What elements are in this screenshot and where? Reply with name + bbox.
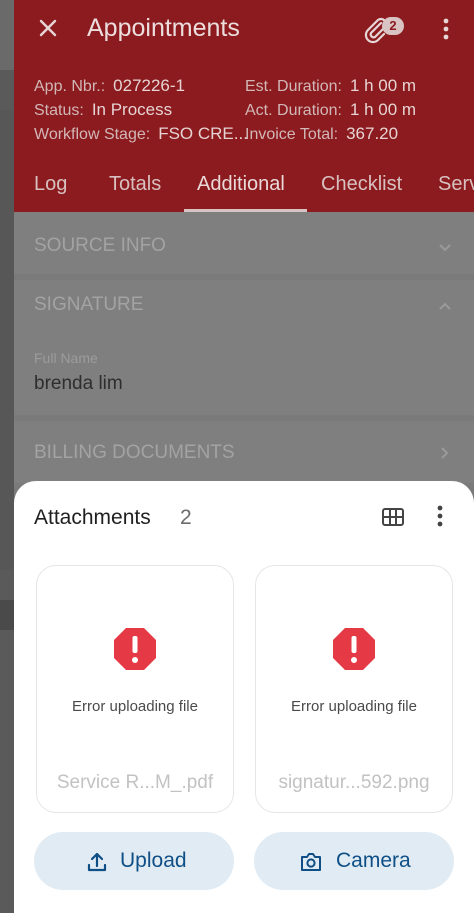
file-name: Service R...M_.pdf (56, 772, 214, 793)
invoice-total-field: Invoice Total: 367.20 (245, 124, 398, 144)
section-signature[interactable]: SIGNATURE Full Name brenda lim (14, 280, 474, 415)
upload-button[interactable]: Upload (34, 832, 234, 890)
section-title: BILLING DOCUMENTS (34, 442, 235, 463)
section-billing-documents[interactable]: BILLING DOCUMENTS (14, 421, 474, 483)
tab-additional[interactable]: Additional (197, 173, 285, 196)
close-icon[interactable] (36, 16, 60, 40)
status-label: Status: (34, 102, 84, 119)
more-vert-icon[interactable] (438, 16, 454, 42)
full-name-label: Full Name (34, 350, 98, 366)
error-octagon-icon (333, 628, 375, 670)
chevron-up-icon (439, 302, 451, 310)
top-app-bar: Appointments 2 (14, 10, 474, 50)
app-header: Appointments 2 App. Nbr.: 027226-1 Status… (14, 0, 474, 212)
workflow-stage-label: Workflow Stage: (34, 126, 151, 143)
workflow-stage-value: FSO CRE... (158, 124, 248, 143)
camera-label: Camera (336, 849, 411, 872)
tab-log[interactable]: Log (34, 173, 67, 196)
est-duration-value: 1 h 00 m (349, 76, 417, 95)
error-message: Error uploading file (72, 698, 198, 715)
grid-view-icon[interactable] (381, 507, 405, 527)
tab-totals[interactable]: Totals (109, 173, 161, 196)
tab-checklist[interactable]: Checklist (321, 173, 402, 196)
upload-label: Upload (120, 849, 187, 872)
act-duration-label: Act. Duration: (245, 102, 342, 119)
workflow-stage-field: Workflow Stage: FSO CRE... (34, 124, 248, 144)
edge-block (0, 0, 14, 70)
edge-block (0, 110, 14, 570)
attachment-count-badge: 2 (382, 17, 404, 35)
camera-button[interactable]: Camera (254, 832, 454, 890)
file-name: signatur...592.png (278, 772, 430, 793)
est-duration-field: Est. Duration: 1 h 00 m (245, 76, 416, 96)
invoice-total-label: Invoice Total: (245, 126, 339, 143)
edge-block (0, 600, 14, 630)
status-field: Status: In Process (34, 100, 172, 120)
section-title: SIGNATURE (34, 294, 144, 315)
sheet-title: Attachments (34, 506, 151, 529)
error-octagon-icon (114, 628, 156, 670)
appointment-screen: Appointments 2 App. Nbr.: 027226-1 Status… (14, 0, 474, 913)
app-number-label: App. Nbr.: (34, 78, 106, 95)
attachment-card[interactable]: Error uploading file Service R...M_.pdf (36, 565, 234, 813)
more-vert-icon[interactable] (432, 503, 448, 529)
upload-icon (87, 852, 107, 872)
attachment-card[interactable]: Error uploading file signatur...592.png (255, 565, 453, 813)
chevron-down-icon (439, 244, 451, 252)
est-duration-label: Est. Duration: (245, 78, 342, 95)
camera-icon (301, 853, 321, 871)
full-name-value: brenda lim (34, 373, 123, 394)
attachment-count: 2 (180, 506, 192, 529)
section-title: SOURCE INFO (34, 235, 166, 256)
tab-services[interactable]: Serv (438, 173, 474, 196)
act-duration-value: 1 h 00 m (349, 100, 417, 119)
app-number-field: App. Nbr.: 027226-1 (34, 76, 185, 96)
background-app-edge (0, 0, 14, 913)
status-value: In Process (91, 100, 173, 119)
act-duration-field: Act. Duration: 1 h 00 m (245, 100, 416, 120)
chevron-right-icon (441, 447, 449, 459)
attachments-bottom-sheet: Attachments 2 Error uploading file Servi… (14, 481, 474, 913)
section-source-info[interactable]: SOURCE INFO (14, 212, 474, 274)
app-number-value: 027226-1 (113, 76, 185, 95)
page-title: Appointments (87, 14, 240, 42)
error-message: Error uploading file (291, 698, 417, 715)
tab-bar: Log Totals Additional Checklist Serv (14, 165, 474, 212)
invoice-total-value: 367.20 (346, 124, 399, 143)
